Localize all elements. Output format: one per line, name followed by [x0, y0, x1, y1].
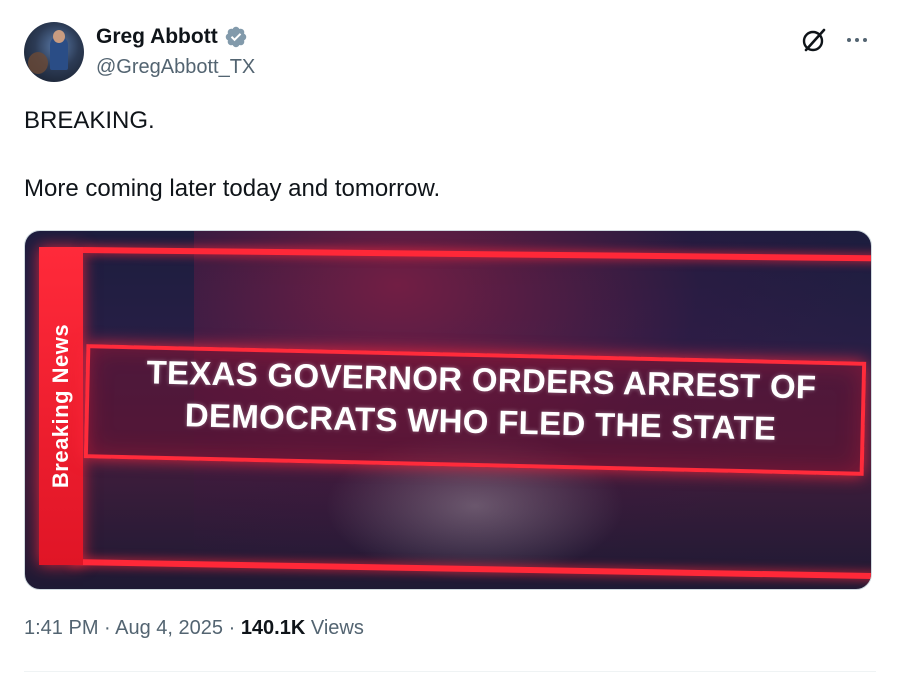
- tv-bottom-border: [70, 559, 871, 580]
- author-name-row: Greg Abbott: [96, 24, 248, 50]
- tweet-media-image[interactable]: Breaking News TEXAS GOVERNOR ORDERS ARRE…: [24, 230, 872, 590]
- more-options-icon[interactable]: [844, 28, 870, 52]
- headline: TEXAS GOVERNOR ORDERS ARREST OF DEMOCRAT…: [100, 350, 862, 451]
- tweet-text-line: BREAKING.: [24, 107, 155, 134]
- divider: [24, 671, 876, 672]
- tv-screen: Breaking News TEXAS GOVERNOR ORDERS ARRE…: [31, 241, 871, 581]
- avatar-head: [53, 30, 65, 43]
- tweet-text: BREAKING. More coming later today and to…: [24, 104, 876, 206]
- tweet-header: Greg Abbott @GregAbbott_TX: [24, 22, 876, 84]
- tv-top-border: [82, 247, 871, 262]
- tweet-meta: 1:41 PM · Aug 4, 2025 · 140.1K Views: [24, 614, 364, 642]
- author-name[interactable]: Greg Abbott: [96, 24, 218, 50]
- meta-separator: ·: [98, 617, 116, 639]
- breaking-news-label: Breaking News: [39, 247, 83, 565]
- tweet-text-line: More coming later today and tomorrow.: [24, 175, 441, 202]
- grok-icon[interactable]: [800, 26, 828, 54]
- author-handle[interactable]: @GregAbbott_TX: [96, 54, 255, 80]
- verified-badge-icon[interactable]: [224, 25, 248, 49]
- avatar[interactable]: [24, 22, 84, 82]
- meta-separator: ·: [223, 617, 241, 639]
- views-label: Views: [305, 617, 364, 639]
- tweet-time[interactable]: 1:41 PM: [24, 617, 98, 639]
- views-count: 140.1K: [240, 617, 306, 639]
- breaking-news-text: Breaking News: [48, 323, 74, 489]
- tweet-date[interactable]: Aug 4, 2025: [115, 617, 223, 639]
- avatar-background: [28, 52, 48, 74]
